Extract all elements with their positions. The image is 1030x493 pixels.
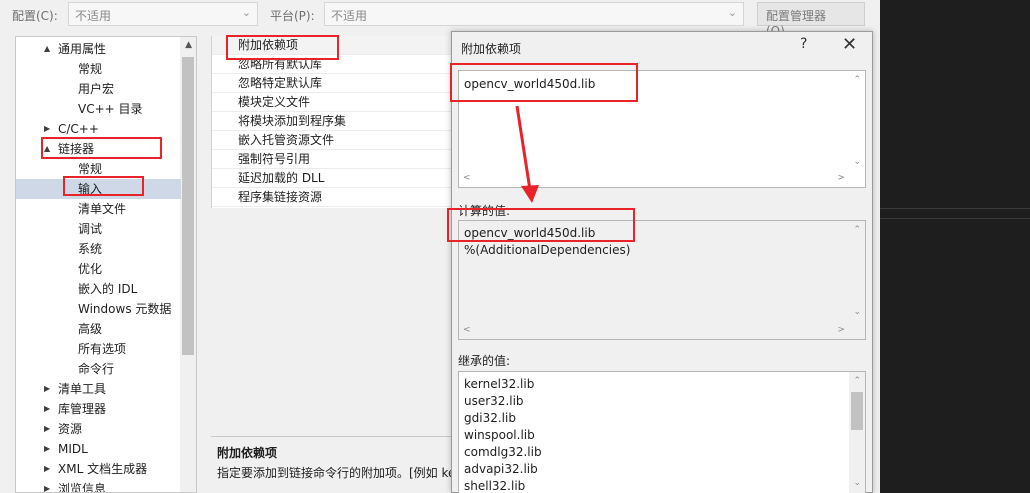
annotation-arrow [515,105,539,203]
arrow-head [521,185,539,203]
arrow-line [515,105,532,191]
